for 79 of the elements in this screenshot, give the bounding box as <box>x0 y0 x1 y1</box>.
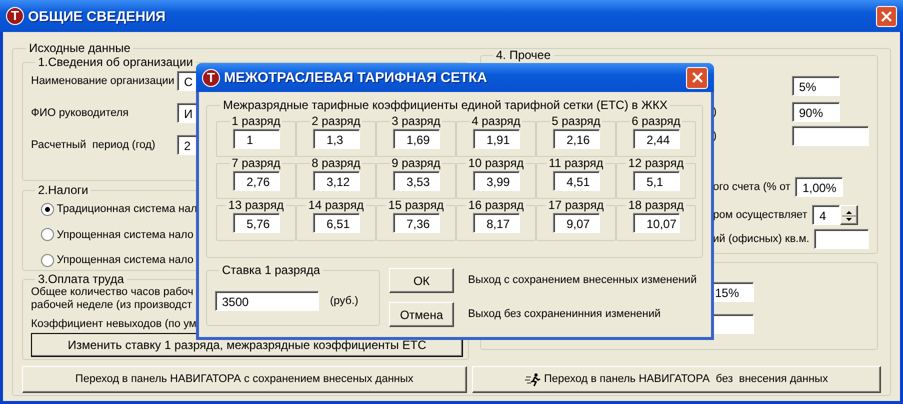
grade-field[interactable]: 3,53 <box>392 171 440 191</box>
radio-button[interactable] <box>41 254 54 267</box>
grade-label: 11 разряд <box>548 157 604 170</box>
grade-field[interactable]: 6,51 <box>312 213 360 233</box>
grade-field[interactable]: 2,16 <box>552 129 600 149</box>
spin-button[interactable] <box>840 205 858 225</box>
label-text: Коэффициент невыходов (по ум <box>31 318 196 331</box>
group-label: Межразрядные тарифные коэффициенты единой тарифной сетки (ЕТС) в ЖКХ <box>222 98 668 112</box>
group-label: 1.Сведения об организации <box>37 55 194 69</box>
grade-field[interactable]: 3,12 <box>312 171 360 191</box>
grade-field[interactable]: 10,07 <box>632 213 680 233</box>
grade-label: 3 разряд <box>390 115 442 128</box>
navigator-button[interactable]: Переход в панель НАВИГАТОРА без внесения данных <box>472 366 881 393</box>
close-button[interactable] <box>686 66 708 88</box>
close-icon <box>692 72 702 83</box>
close-icon <box>881 10 892 22</box>
input-field[interactable]: 1,00% <box>795 177 844 197</box>
unit-label: (руб.) <box>330 294 358 309</box>
input-field[interactable] <box>792 126 869 146</box>
grade-label: 13 разряд <box>227 199 285 212</box>
grade-label: 4 разряд <box>470 115 522 128</box>
group-label: Ставка 1 разряда <box>221 263 322 277</box>
grade-label: 5 разряд <box>550 115 602 128</box>
grade-label: 16 разряд <box>467 199 525 212</box>
input-field[interactable]: 5% <box>792 76 840 96</box>
input-field[interactable]: 90% <box>792 102 840 122</box>
spin-field[interactable]: 4 <box>812 205 840 225</box>
grade-label: 9 разряд <box>390 157 442 170</box>
field-label: ий (офисных) кв.м. <box>713 232 810 247</box>
grade-field[interactable]: 5,1 <box>632 171 680 191</box>
grade-field[interactable]: 9,07 <box>552 213 600 233</box>
window-title: ОБЩИЕ СВЕДЕНИЯ <box>28 6 166 26</box>
grade-label: 15 разряд <box>387 199 445 212</box>
navigator-button[interactable]: Переход в панель НАВИГАТОРА с сохранением внесеных данных <box>22 366 467 393</box>
option-label: Упрощенная система нало <box>56 228 194 242</box>
radio-button[interactable] <box>41 228 54 242</box>
grade-label: 14 разряд <box>307 199 365 212</box>
close-button[interactable] <box>876 6 897 26</box>
option-label: Упрощенная система нало <box>56 253 194 268</box>
field-label: Расчетный период (год) <box>31 138 156 151</box>
grade-field[interactable]: 1,69 <box>392 129 440 149</box>
grade-label: 8 разряд <box>310 157 362 170</box>
grade-field[interactable]: 7,36 <box>392 213 440 233</box>
grade-field[interactable]: 2,76 <box>232 171 280 191</box>
grade-field[interactable]: 4,51 <box>552 171 600 191</box>
grade-field[interactable]: 3,99 <box>472 171 520 191</box>
radio-button[interactable] <box>41 202 54 216</box>
ok-button[interactable]: ОК <box>389 268 454 293</box>
grade-field[interactable]: 1,91 <box>472 129 520 149</box>
window-title: МЕЖОТРАСЛЕВАЯ ТАРИФНАЯ СЕТКА <box>224 68 488 87</box>
hint-text: Выход без сохраненинния изменений <box>468 307 661 322</box>
field-label: ФИО руководителя <box>31 106 129 119</box>
logo-icon: T <box>6 7 24 25</box>
grade-label: 18 разряд <box>627 199 685 212</box>
grade-field[interactable]: 1,3 <box>312 129 360 149</box>
group-label: Исходные данные <box>28 41 132 55</box>
grade-field[interactable]: 1 <box>232 129 280 149</box>
input-field[interactable] <box>814 229 869 249</box>
grade-field[interactable]: 8,17 <box>472 213 520 233</box>
group-label: 2.Налоги <box>37 183 90 197</box>
grade-label: 7 разряд <box>230 157 282 170</box>
grade-label: 1 разряд <box>230 115 282 128</box>
grade-label: 6 разряд <box>630 115 682 128</box>
rate-field[interactable]: 3500 <box>215 291 319 311</box>
grade-label: 10 разряд <box>467 157 525 170</box>
cancel-button[interactable]: Отмена <box>389 302 454 327</box>
group-label: 3.Оплата труда <box>37 272 125 286</box>
logo-icon: T <box>202 68 220 86</box>
field-label: ого счета (% от <box>713 180 790 195</box>
label-text: рабочей неделе (из производст <box>31 299 192 312</box>
hint-text: Выход с сохранением внесенных изменений <box>468 273 697 288</box>
grade-field[interactable]: 2,44 <box>632 129 680 149</box>
grade-label: 2 разряд <box>310 115 362 128</box>
grade-label: 12 разряд <box>627 157 685 170</box>
label-text: Общее количество часов рабоч <box>31 286 194 299</box>
grade-label: 17 разряд <box>547 199 605 212</box>
field-label: Наименование организации <box>31 74 174 87</box>
grade-field[interactable]: 5,76 <box>232 213 280 233</box>
group-label: 4. Прочее <box>495 48 552 62</box>
